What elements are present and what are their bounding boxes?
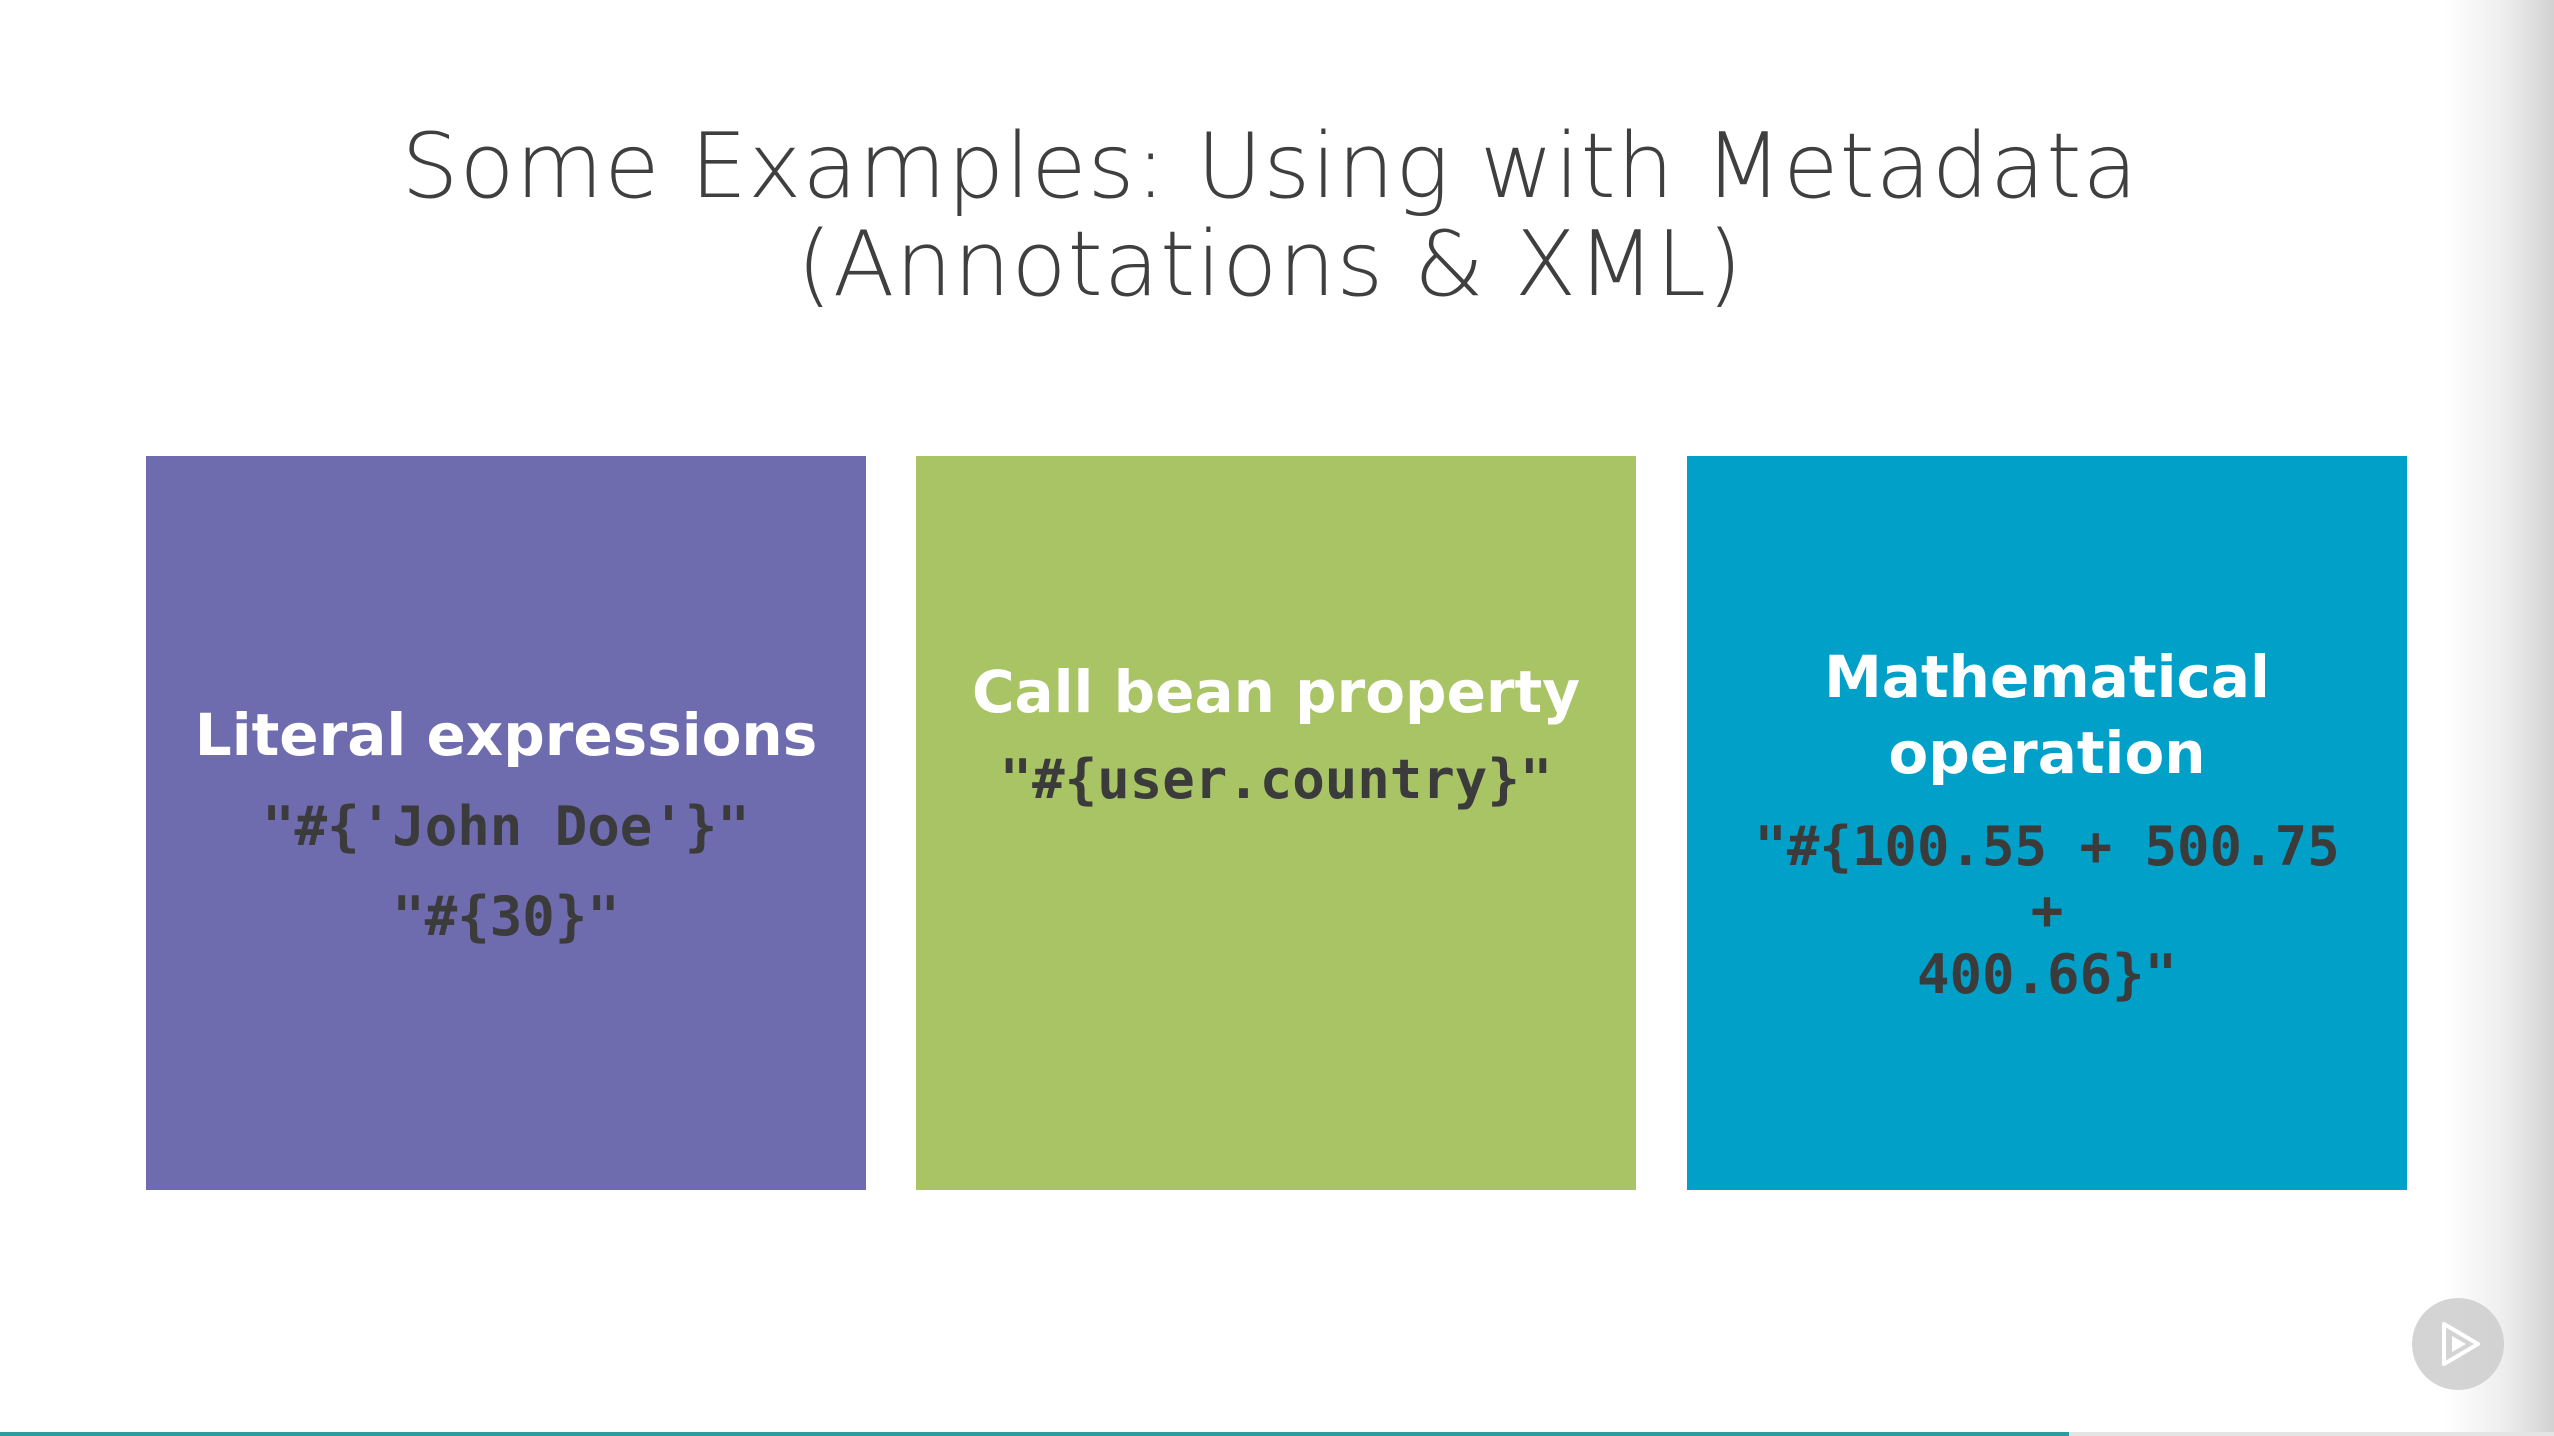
card-call-bean-property: Call bean property "#{user.country}" — [916, 456, 1636, 1190]
code-example: "#{user.country}" — [999, 748, 1553, 811]
code-line-2: 400.66}" — [1916, 943, 2178, 1006]
card-title-line-1: Mathematical — [1824, 643, 2270, 711]
card-literal-expressions: Literal expressions "#{'John Doe'}" "#{3… — [146, 456, 866, 1190]
code-example: "#{100.55 + 500.75 + 400.66}" — [1727, 815, 2367, 1007]
play-icon — [2442, 1322, 2480, 1366]
code-example: "#{'John Doe'}" — [262, 795, 750, 858]
play-button[interactable] — [2412, 1298, 2504, 1390]
progress-bar[interactable] — [0, 1432, 2554, 1436]
card-title-line-2: operation — [1888, 719, 2206, 787]
slide-title-line-1: Some Examples: Using with Metadata — [401, 114, 2139, 219]
progress-bar-fill — [0, 1432, 2069, 1436]
card-title: Mathematical operation — [1824, 639, 2270, 791]
card-mathematical-operation: Mathematical operation "#{100.55 + 500.7… — [1687, 456, 2407, 1190]
slide-title-line-2: (Annotations & XML) — [796, 212, 1744, 317]
slide-page: Some Examples: Using with Metadata (Anno… — [0, 0, 2554, 1436]
code-example: "#{30}" — [392, 885, 620, 948]
code-line-1: "#{100.55 + 500.75 + — [1754, 815, 2340, 942]
card-title: Literal expressions — [194, 701, 818, 769]
card-title: Call bean property — [971, 658, 1581, 726]
slide-title: Some Examples: Using with Metadata (Anno… — [0, 118, 2540, 314]
